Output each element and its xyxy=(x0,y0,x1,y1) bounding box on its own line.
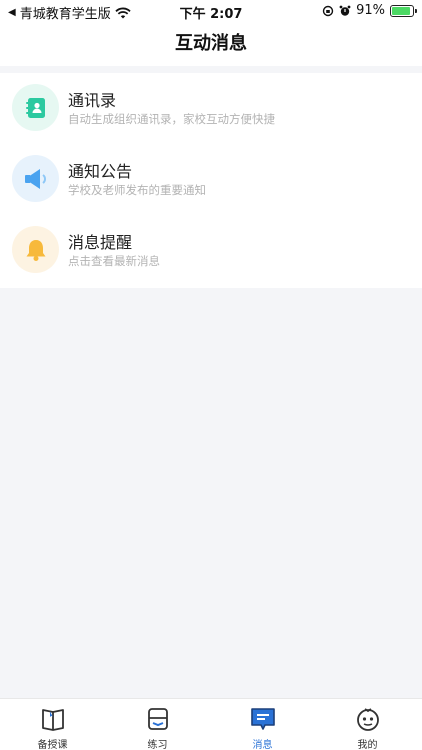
list-item-reminders[interactable]: 消息提醒 点击查看最新消息 xyxy=(0,215,422,286)
tab-label: 消息 xyxy=(252,740,273,750)
tab-messages[interactable]: 消息 xyxy=(210,699,315,750)
nav-bar: 互动消息 xyxy=(0,22,422,66)
item-subtitle: 点击查看最新消息 xyxy=(68,254,160,268)
tab-label: 练习 xyxy=(147,740,168,750)
list-item-contacts[interactable]: 通讯录 自动生成组织通讯录，家校互动方便快捷 xyxy=(0,73,422,144)
alarm-icon xyxy=(339,5,351,16)
page-title: 互动消息 xyxy=(175,33,247,54)
tab-bar: 备授课 练习 消息 我的 xyxy=(0,698,422,750)
bell-icon xyxy=(26,239,45,261)
tab-lessons[interactable]: 备授课 xyxy=(0,699,105,750)
orientation-lock-icon xyxy=(322,5,334,16)
status-bar: ◀ 青城教育学生版 下午 2:07 91% xyxy=(0,0,422,22)
tab-practice[interactable]: 练习 xyxy=(105,699,210,750)
item-subtitle: 学校及老师发布的重要通知 xyxy=(68,183,206,197)
battery-icon xyxy=(390,4,417,17)
profile-face-icon xyxy=(356,708,379,731)
tab-label: 我的 xyxy=(357,740,378,750)
tab-label: 备授课 xyxy=(37,740,68,750)
practice-icon xyxy=(147,708,168,730)
item-title: 消息提醒 xyxy=(68,233,133,252)
item-subtitle: 自动生成组织通讯录，家校互动方便快捷 xyxy=(68,112,275,126)
contacts-book-icon xyxy=(25,97,45,118)
speaker-icon xyxy=(24,168,46,189)
book-icon xyxy=(41,709,64,731)
list-item-notices[interactable]: 通知公告 学校及老师发布的重要通知 xyxy=(0,144,422,215)
tab-profile[interactable]: 我的 xyxy=(315,699,420,750)
message-icon xyxy=(250,708,275,730)
item-title: 通讯录 xyxy=(68,91,117,110)
message-category-list: 通讯录 自动生成组织通讯录，家校互动方便快捷 通知公告 学校及老师发布的重要通知… xyxy=(0,73,422,288)
battery-percent: 91% xyxy=(356,3,385,18)
item-title: 通知公告 xyxy=(68,162,133,181)
